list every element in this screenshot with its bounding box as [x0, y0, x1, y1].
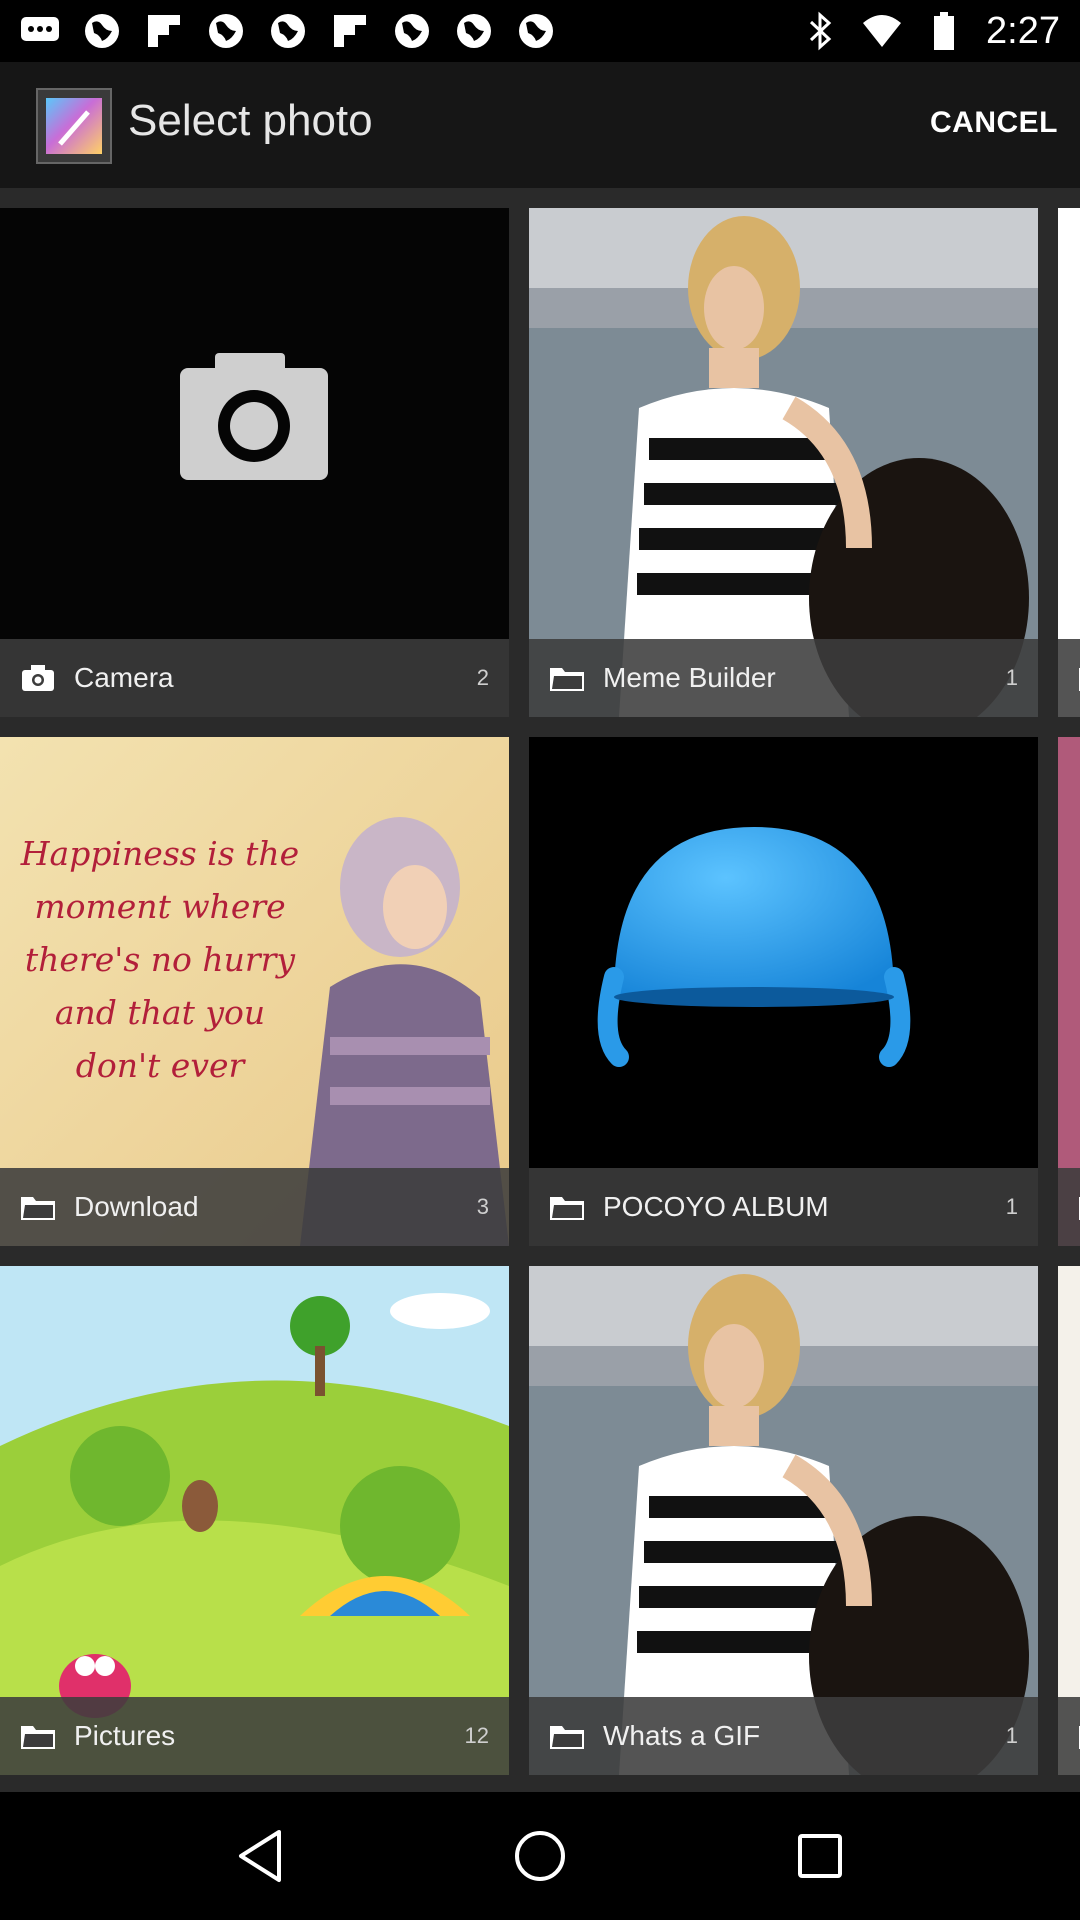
- album-name: Pictures: [74, 1720, 176, 1751]
- album-caption: Pictures 12: [0, 1697, 509, 1775]
- album-name: POCOYO ALBUM: [603, 1191, 829, 1222]
- globe-icon: [82, 11, 122, 51]
- album-tile-meme-builder[interactable]: Meme Builder 1: [529, 208, 1038, 717]
- folder-icon: [549, 1192, 585, 1222]
- album-name: Whats a GIF: [603, 1720, 761, 1751]
- album-caption: POCOYO ALBUM 1: [529, 1168, 1038, 1246]
- system-icons: 2:27: [800, 10, 1060, 53]
- globe-icon: [206, 11, 246, 51]
- gallery-app-icon: [36, 88, 112, 164]
- album-caption: [1058, 1697, 1080, 1775]
- album-caption: Download 3: [0, 1168, 509, 1246]
- app-bar: Select photo CANCEL: [0, 62, 1080, 188]
- page-title: Select photo: [128, 96, 373, 145]
- globe-icon: [392, 11, 432, 51]
- message-icon: [20, 11, 60, 51]
- album-name: Download: [74, 1191, 199, 1222]
- home-icon: [515, 1831, 565, 1881]
- folder-icon: [549, 1721, 585, 1751]
- wifi-icon: [862, 11, 902, 51]
- album-count: 1: [1005, 1723, 1018, 1748]
- album-tile-pocoyo-album[interactable]: POCOYO ALBUM 1: [529, 737, 1038, 1246]
- album-caption: Meme Builder 1: [529, 639, 1038, 717]
- clock: 2:27: [986, 9, 1060, 52]
- back-icon: [239, 1830, 281, 1882]
- notification-icons: [20, 11, 556, 51]
- album-caption: Camera 2: [0, 639, 509, 717]
- album-count: 2: [476, 665, 489, 690]
- album-tile-download[interactable]: Happiness is the moment where there's no…: [0, 737, 509, 1246]
- album-name: Meme Builder: [603, 662, 776, 693]
- camera-icon: [20, 663, 56, 693]
- folder-icon: [20, 1721, 56, 1751]
- album-tile-partial[interactable]: [1058, 208, 1080, 717]
- album-count: 1: [1005, 665, 1018, 690]
- folder-icon: [20, 1192, 56, 1222]
- album-tile-camera[interactable]: Camera 2: [0, 208, 509, 717]
- album-caption: [1058, 639, 1080, 717]
- album-caption: [1058, 1168, 1080, 1246]
- album-count: 1: [1005, 1194, 1018, 1219]
- home-button[interactable]: [495, 1811, 585, 1901]
- back-button[interactable]: [215, 1811, 305, 1901]
- globe-icon: [516, 11, 556, 51]
- recents-button[interactable]: [775, 1811, 865, 1901]
- album-count: 12: [464, 1723, 489, 1748]
- quote-text: Happiness is the moment where there's no…: [20, 834, 300, 1085]
- album-grid: Camera 2 Meme Builder 1 Happiness is the…: [0, 188, 1080, 1792]
- folder-icon: [549, 663, 585, 693]
- album-count: 3: [476, 1194, 489, 1219]
- album-tile-partial[interactable]: [1058, 737, 1080, 1246]
- battery-icon: [924, 11, 964, 51]
- bluetooth-icon: [800, 11, 840, 51]
- album-caption: Whats a GIF 1: [529, 1697, 1038, 1775]
- recents-icon: [798, 1834, 842, 1878]
- album-name: Camera: [74, 662, 174, 693]
- album-tile-whats-a-gif[interactable]: Whats a GIF 1: [529, 1266, 1038, 1775]
- flipboard-icon: [144, 11, 184, 51]
- album-tile-pictures[interactable]: Pictures 12: [0, 1266, 509, 1775]
- flipboard-icon: [330, 11, 370, 51]
- globe-icon: [268, 11, 308, 51]
- status-bar: 2:27: [0, 0, 1080, 62]
- cancel-button[interactable]: CANCEL: [930, 106, 1058, 140]
- album-tile-partial[interactable]: [1058, 1266, 1080, 1775]
- globe-icon: [454, 11, 494, 51]
- navigation-bar: [0, 1792, 1080, 1920]
